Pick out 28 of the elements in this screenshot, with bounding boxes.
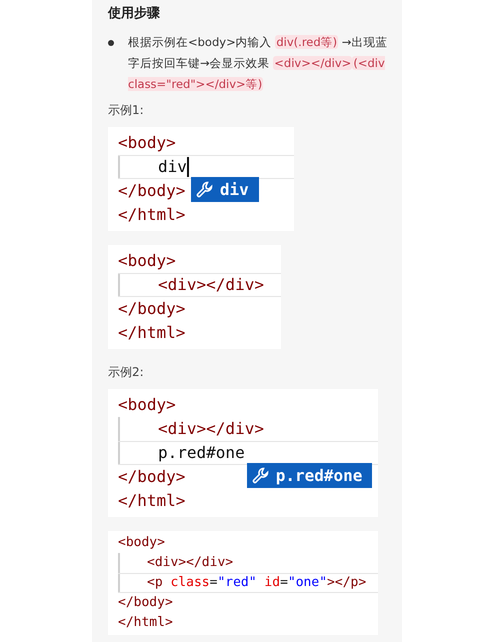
- code-line: <body>: [118, 534, 165, 552]
- instruction-text: 根据示例在<body>内输入 div(.red等) →出现蓝字后按回车键→会显示效果 <div></div> (<div class="red"></div>等): [128, 34, 388, 93]
- bullet-icon: [108, 40, 114, 46]
- section-heading: 使用步骤: [108, 5, 161, 23]
- example-label: 示例2:: [108, 364, 145, 381]
- code-line: </body>: [118, 180, 186, 202]
- code-line: <body>: [118, 250, 176, 272]
- wrench-icon: [250, 466, 271, 486]
- code-line: </body>: [118, 594, 173, 612]
- code-line: <div></div>: [158, 274, 264, 296]
- example-label: 示例1:: [108, 102, 145, 119]
- code-line: </html>: [118, 614, 173, 632]
- code-line: </html>: [118, 490, 186, 512]
- code-line: <div></div>: [158, 418, 264, 440]
- code-line: </body>: [118, 466, 186, 488]
- code-line: <body>: [118, 132, 176, 154]
- code-line: </html>: [118, 322, 186, 344]
- code-line: <div></div>: [147, 554, 234, 572]
- code-line: p.red#one: [158, 442, 245, 464]
- code-line: div: [158, 156, 187, 178]
- code-line: </body>: [118, 298, 186, 320]
- autocomplete-suggestion[interactable]: div: [190, 177, 259, 202]
- code-line: <body>: [118, 394, 176, 416]
- autocomplete-suggestion[interactable]: p.red#one: [246, 463, 372, 488]
- code-line: <p class="red" id="one"></p>: [147, 574, 366, 592]
- text-cursor: [186, 157, 189, 177]
- code-line: </html>: [118, 204, 186, 226]
- wrench-icon: [194, 180, 215, 200]
